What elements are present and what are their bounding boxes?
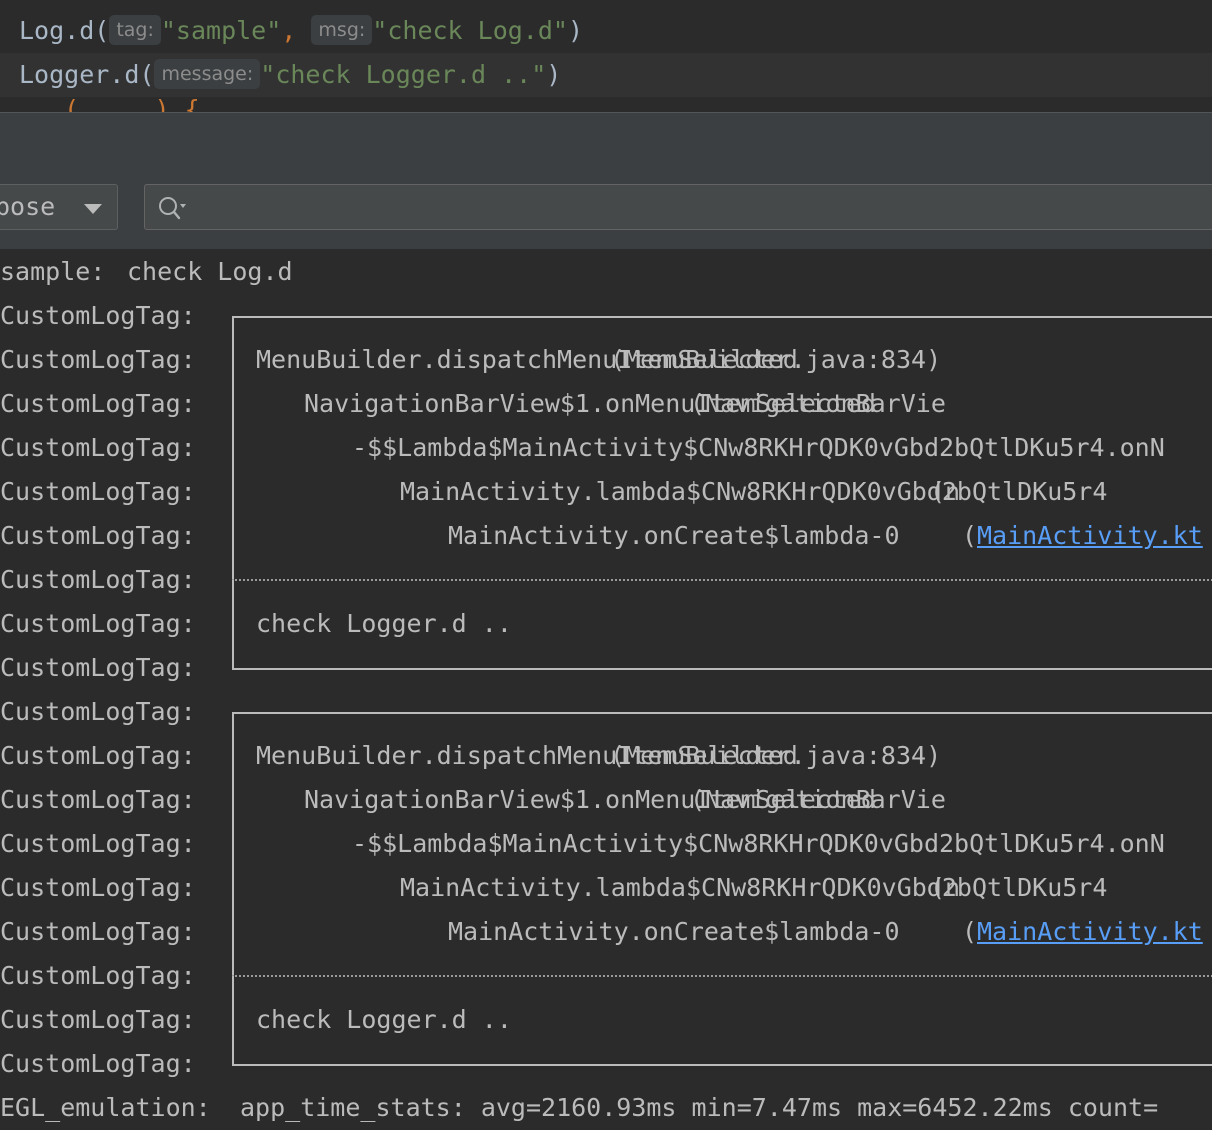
stack-frame-method: MainActivity.onCreate$lambda-0 [448, 521, 900, 550]
log-tag: CustomLogTag: [0, 345, 196, 374]
logcat-output[interactable]: sample: check Log.d CustomLogTag: CustomLog… [0, 250, 1212, 1130]
param-hint-tag: tag: [109, 15, 161, 45]
log-line: CustomLogTag: -$$Lambda$MainActivity$CNw8… [0, 822, 1212, 866]
log-line: CustomLogTag: check Logger.d .. [0, 602, 1212, 646]
log-message: app_time_stats: avg=2160.93ms min=7.47ms… [240, 1093, 1159, 1122]
log-tag: CustomLogTag: [0, 301, 196, 330]
stack-frame-location: (n [930, 477, 961, 506]
log-tag: CustomLogTag: [0, 389, 196, 418]
log-tag: CustomLogTag: [0, 961, 196, 990]
stack-frame-method: -$$Lambda$MainActivity$CNw8RKHrQDK0vGbd2… [352, 433, 1165, 462]
log-box-left-border [232, 316, 234, 580]
stack-frame-paren: ( [962, 917, 978, 946]
log-box-left-border [232, 976, 234, 1064]
log-message: check Log.d [127, 257, 293, 286]
logcat-search-input[interactable] [144, 184, 1212, 230]
log-tag: CustomLogTag: [0, 609, 196, 638]
code-line-log-d[interactable]: Log.d(tag: "sample", msg: "check Log.d") [0, 9, 1212, 53]
stack-frame-location: (MenuBuilder.java:834) [610, 345, 942, 374]
code-close-paren: ) [567, 16, 584, 45]
stack-frame-location: (n [930, 873, 961, 902]
process-dropdown-label: pose [0, 192, 56, 221]
log-message: check Logger.d .. [256, 609, 512, 638]
param-hint-message: message: [154, 59, 261, 89]
log-box-top-border [232, 712, 1212, 724]
stack-frame-method: -$$Lambda$MainActivity$CNw8RKHrQDK0vGbd2… [352, 829, 1165, 858]
code-comma: , [281, 16, 297, 45]
code-call-logger-d: Logger.d( [19, 60, 155, 89]
log-box-left-border [232, 712, 234, 976]
code-close-paren: ) [546, 60, 562, 89]
log-line: CustomLogTag: MainActivity.lambda$CNw8RKH… [0, 866, 1212, 910]
log-tag: CustomLogTag: [0, 741, 196, 770]
process-dropdown[interactable]: pose [0, 184, 118, 230]
search-icon[interactable] [157, 195, 187, 221]
logcat-tool-header [0, 112, 1212, 166]
log-tag: CustomLogTag: [0, 653, 196, 682]
stack-frame-source-link[interactable]: MainActivity.kt [977, 910, 1203, 954]
stack-frame-method: MainActivity.lambda$CNw8RKHrQDK0vGbd2bQt… [400, 477, 1108, 506]
log-tag: sample: [0, 257, 106, 286]
code-arg-message: "check Logger.d .." [260, 60, 547, 89]
log-tag: CustomLogTag: [0, 433, 196, 462]
log-tag: CustomLogTag: [0, 521, 196, 550]
log-line: sample: check Log.d [0, 250, 1212, 294]
stack-frame-method: MainActivity.onCreate$lambda-0 [448, 917, 900, 946]
log-message: check Logger.d .. [256, 1005, 512, 1034]
log-tag: CustomLogTag: [0, 873, 196, 902]
log-box-divider [232, 975, 1212, 977]
log-tag: CustomLogTag: [0, 1049, 196, 1078]
log-tag: CustomLogTag: [0, 477, 196, 506]
log-box-bottom-border [232, 658, 1212, 670]
log-line: CustomLogTag: MainActivity.lambda$CNw8RKH… [0, 470, 1212, 514]
log-tag: EGL_emulation: [0, 1093, 211, 1122]
code-editor[interactable]: Log.d(tag: "sample", msg: "check Log.d") L… [0, 0, 1212, 112]
log-line: CustomLogTag: NavigationBarView$1.onMenuI… [0, 382, 1212, 426]
log-line: CustomLogTag: MenuBuilder.dispatchMenuIte… [0, 734, 1212, 778]
log-tag: CustomLogTag: [0, 1005, 196, 1034]
log-box-divider [232, 579, 1212, 581]
stack-frame-location: (NavigationBarVie [690, 785, 946, 814]
param-hint-msg: msg: [311, 15, 373, 45]
chevron-down-icon [84, 204, 102, 214]
log-box-bottom-border [232, 1054, 1212, 1066]
log-line: CustomLogTag: MainActivity.onCreate$lambd… [0, 514, 1212, 558]
stack-frame-location: (MenuBuilder.java:834) [610, 741, 942, 770]
log-line: EGL_emulation: app_time_stats: avg=2160.9… [0, 1086, 1212, 1130]
stack-frame-location: (NavigationBarVie [690, 389, 946, 418]
code-call-log-d: Log.d( [19, 16, 110, 45]
log-line: CustomLogTag: -$$Lambda$MainActivity$CNw8… [0, 426, 1212, 470]
logcat-toolbar: pose [0, 165, 1212, 249]
code-arg-msg: "check Log.d" [372, 16, 568, 45]
code-arg-tag: "sample" [160, 16, 282, 45]
log-box-left-border [232, 580, 234, 668]
stack-frame-source-link[interactable]: MainActivity.kt [977, 514, 1203, 558]
stack-frame-method: MainActivity.lambda$CNw8RKHrQDK0vGbd2bQt… [400, 873, 1108, 902]
log-tag: CustomLogTag: [0, 697, 196, 726]
log-tag: CustomLogTag: [0, 785, 196, 814]
log-tag: CustomLogTag: [0, 829, 196, 858]
log-line: CustomLogTag: check Logger.d .. [0, 998, 1212, 1042]
log-line: CustomLogTag: NavigationBarView$1.onMenuI… [0, 778, 1212, 822]
log-line: CustomLogTag: MainActivity.onCreate$lambd… [0, 910, 1212, 954]
log-line: CustomLogTag: MenuBuilder.dispatchMenuIte… [0, 338, 1212, 382]
log-box-top-border [232, 316, 1212, 328]
code-line-partial: ...( ... ) { [19, 95, 200, 112]
log-tag: CustomLogTag: [0, 565, 196, 594]
stack-frame-paren: ( [962, 521, 978, 550]
log-tag: CustomLogTag: [0, 917, 196, 946]
